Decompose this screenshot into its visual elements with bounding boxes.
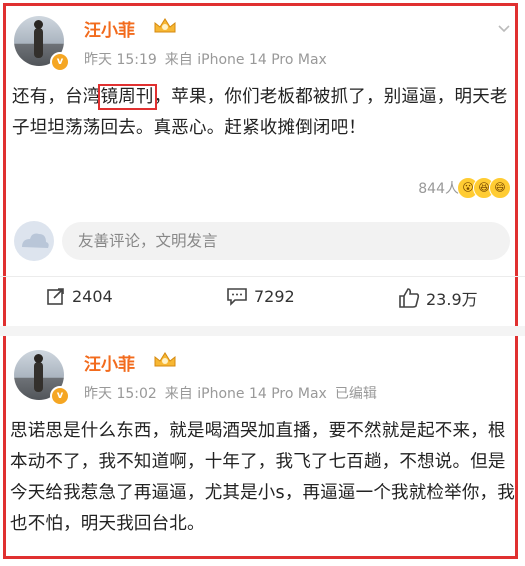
smile-emoji-icon: 😄	[489, 177, 511, 199]
post-text: 还有，台湾镜周刊，苹果，你们老板都被抓了，别逼逼，明天老子坦坦荡荡回去。真恶心。…	[12, 84, 508, 138]
post-time: 昨天 15:19	[84, 52, 157, 68]
comment-icon	[227, 288, 247, 306]
comment-button[interactable]: 7292	[226, 286, 295, 306]
post-text: 思诺思是什么东西，就是喝酒哭加直播，要不然就是起不来，根本动不了，我不知道啊，十…	[10, 421, 515, 534]
author-name[interactable]: 汪小菲	[84, 350, 135, 375]
post-source: 来自 iPhone 14 Pro Max	[164, 386, 327, 402]
reactions-summary[interactable]: 844人 😮 😆 😄	[418, 177, 511, 199]
divider	[0, 276, 525, 277]
like-button[interactable]: 23.9万	[398, 286, 478, 310]
thumbs-up-icon	[399, 288, 420, 308]
verified-badge-icon: v	[50, 52, 70, 72]
highlighted-keyword: 镜周刊	[97, 84, 157, 110]
post-time: 昨天 15:02	[84, 386, 157, 402]
edited-label: 已编辑	[334, 386, 377, 402]
repost-icon	[47, 288, 64, 305]
post-meta: 昨天 15:02 来自 iPhone 14 Pro Max 已编辑	[84, 383, 385, 403]
action-bar: 2404 7292 23.9万	[0, 286, 525, 320]
post-meta: 昨天 15:19 来自 iPhone 14 Pro Max	[84, 49, 335, 69]
crown-badge-icon	[154, 18, 176, 33]
comment-box: 友善评论，文明发言	[14, 218, 514, 264]
repost-button[interactable]: 2404	[46, 286, 113, 306]
likes-count: 844人	[418, 181, 459, 197]
crown-badge-icon	[154, 352, 176, 367]
user-avatar	[14, 221, 54, 261]
verified-badge-icon: v	[50, 386, 70, 406]
post-separator	[0, 326, 525, 336]
chevron-down-icon[interactable]	[497, 22, 511, 36]
post-source: 来自 iPhone 14 Pro Max	[164, 52, 327, 68]
comment-input[interactable]: 友善评论，文明发言	[62, 222, 510, 260]
author-name[interactable]: 汪小菲	[84, 16, 135, 41]
